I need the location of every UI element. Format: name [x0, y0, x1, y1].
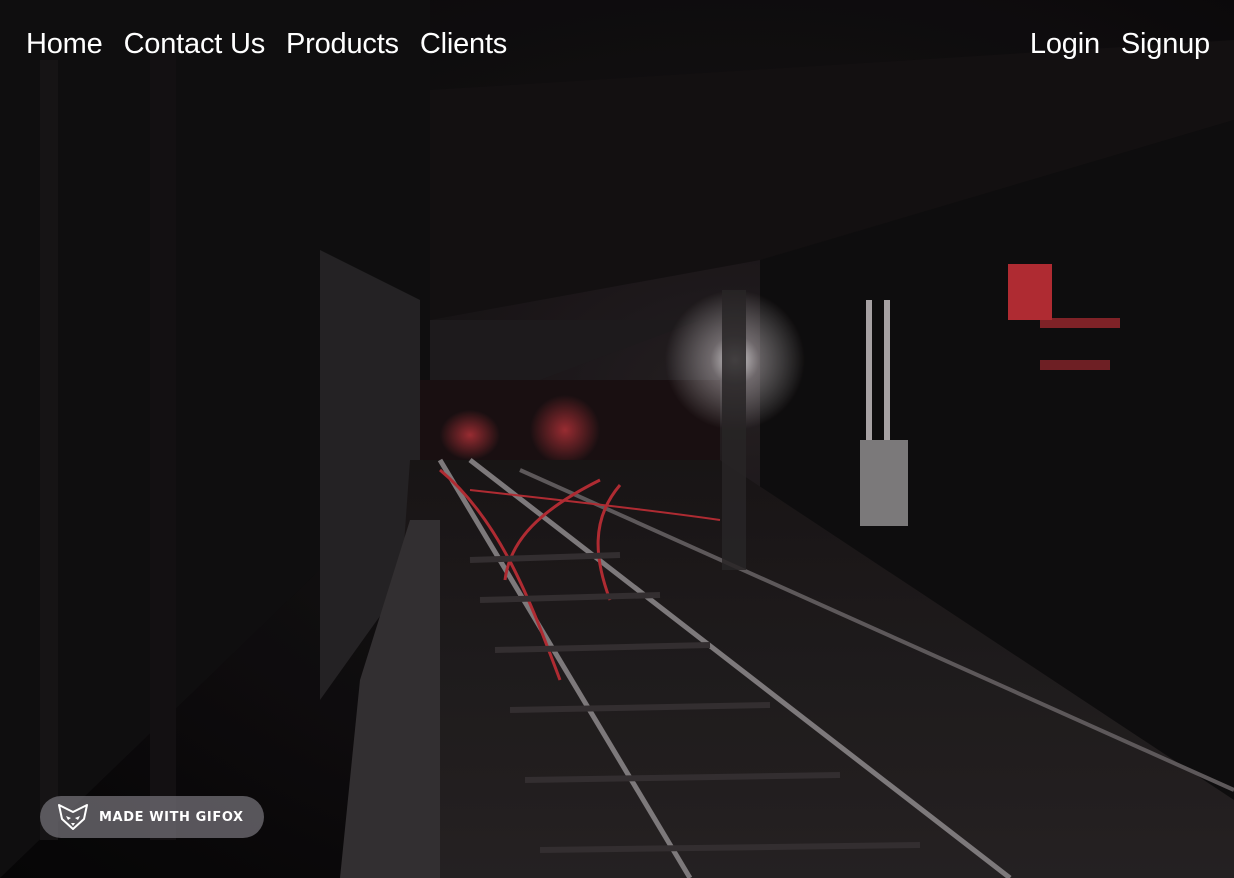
- hero-background-image: [0, 0, 1234, 878]
- badge-label: MADE WITH GIFOX: [99, 809, 244, 825]
- signup-link[interactable]: Signup: [1121, 28, 1210, 61]
- auth-nav-links: Login Signup: [1030, 28, 1210, 61]
- login-link[interactable]: Login: [1030, 28, 1100, 61]
- hero-section: Home Contact Us Products Clients Login S…: [0, 0, 1234, 878]
- fox-icon: [57, 803, 89, 831]
- primary-nav-links: Home Contact Us Products Clients: [26, 28, 507, 61]
- nav-link-contact-us[interactable]: Contact Us: [124, 28, 266, 61]
- nav-link-clients[interactable]: Clients: [420, 28, 507, 61]
- nav-link-products[interactable]: Products: [286, 28, 399, 61]
- top-navigation: Home Contact Us Products Clients Login S…: [26, 24, 1210, 64]
- made-with-gifox-badge[interactable]: MADE WITH GIFOX: [40, 796, 264, 838]
- nav-link-home[interactable]: Home: [26, 28, 103, 61]
